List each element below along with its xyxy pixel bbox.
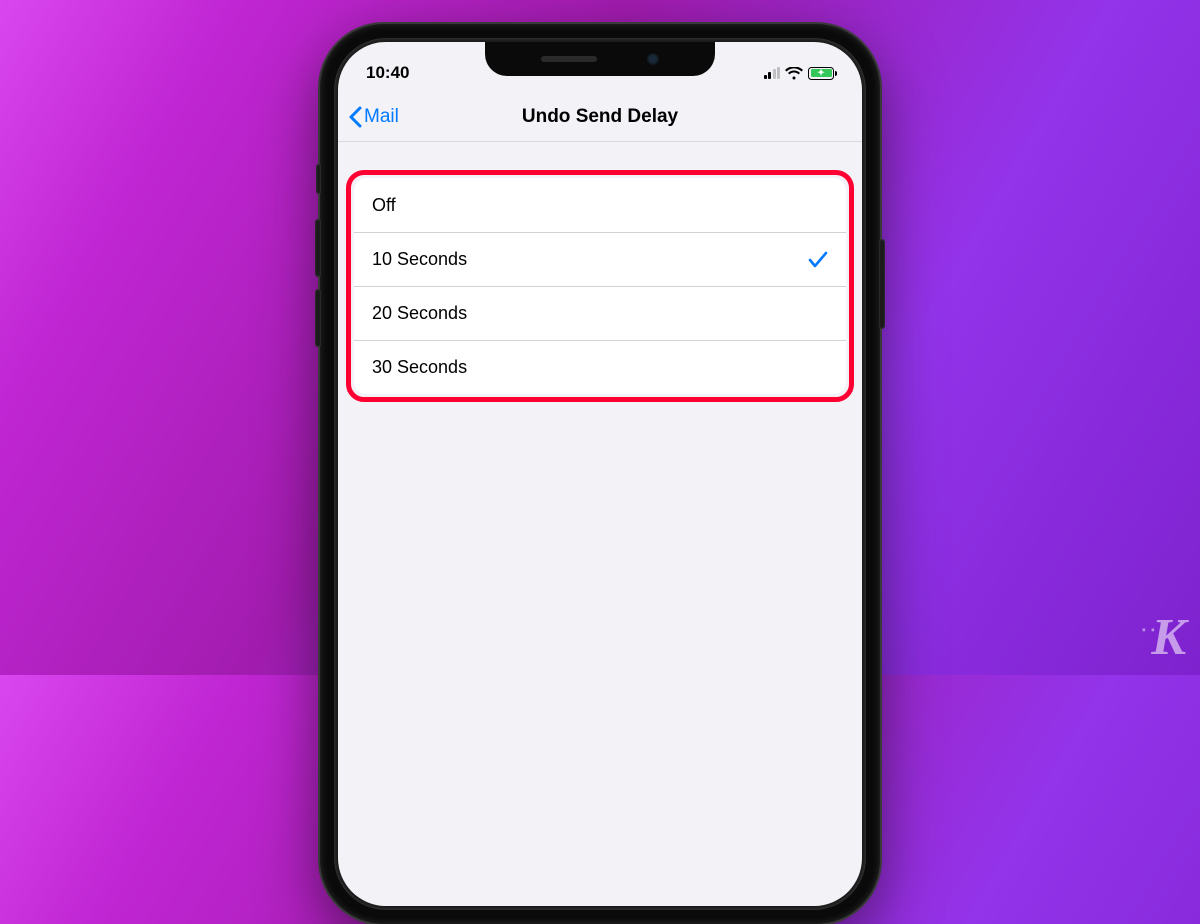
- option-label: 30 Seconds: [372, 357, 467, 378]
- back-label: Mail: [364, 106, 399, 128]
- chevron-left-icon: [348, 106, 362, 128]
- option-20-seconds[interactable]: 20 Seconds: [354, 286, 846, 340]
- power-button: [879, 239, 885, 329]
- charging-bolt-icon: ✦: [817, 69, 825, 78]
- notch: [485, 42, 715, 76]
- cellular-signal-icon: [764, 67, 781, 79]
- checkmark-icon: [808, 251, 828, 269]
- page-title: Undo Send Delay: [522, 106, 678, 128]
- volume-down-button: [315, 289, 321, 347]
- option-label: 20 Seconds: [372, 303, 467, 324]
- phone-frame: 10:40 ✦: [320, 24, 880, 924]
- option-10-seconds[interactable]: 10 Seconds: [354, 232, 846, 286]
- navigation-bar: Mail Undo Send Delay: [338, 92, 862, 142]
- option-30-seconds[interactable]: 30 Seconds: [354, 340, 846, 394]
- speaker-grille: [541, 56, 597, 62]
- option-label: Off: [372, 195, 396, 216]
- phone-screen: 10:40 ✦: [338, 42, 862, 906]
- option-label: 10 Seconds: [372, 249, 467, 270]
- option-off[interactable]: Off: [354, 178, 846, 232]
- back-button[interactable]: Mail: [348, 106, 399, 128]
- wifi-icon: [785, 67, 803, 80]
- front-camera: [647, 53, 659, 65]
- status-time: 10:40: [366, 63, 409, 83]
- delay-options-list: Off 10 Seconds 20 Seconds 30 Seconds: [354, 178, 846, 394]
- brand-watermark: ∙∙K: [1141, 608, 1184, 667]
- battery-icon: ✦: [808, 67, 834, 80]
- volume-up-button: [315, 219, 321, 277]
- silence-switch: [316, 164, 321, 194]
